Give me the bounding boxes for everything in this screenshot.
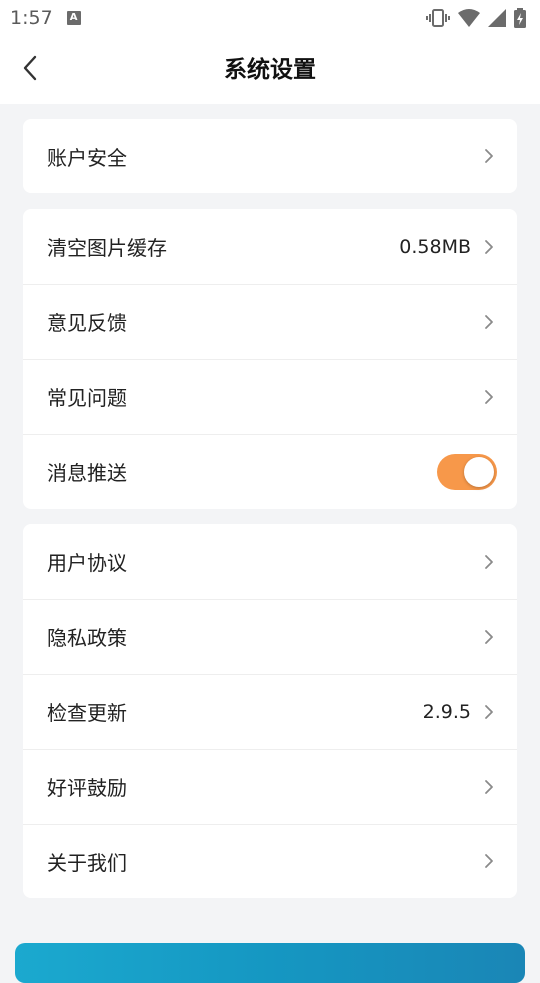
chevron-right-icon <box>483 314 495 330</box>
vibrate-icon <box>426 9 450 27</box>
status-left: 1:57 A <box>10 7 81 29</box>
row-label: 关于我们 <box>47 850 127 875</box>
settings-row-rate-us[interactable]: 好评鼓励 <box>23 749 517 824</box>
battery-icon <box>514 8 526 28</box>
settings-row-push-notifications: 消息推送 <box>23 434 517 509</box>
row-label: 消息推送 <box>47 461 127 485</box>
settings-group-account: 账户安全 <box>23 119 517 193</box>
toggle-knob <box>464 456 494 487</box>
wifi-icon <box>458 9 480 27</box>
chevron-right-icon <box>483 239 495 255</box>
bottom-action-button[interactable] <box>15 943 525 983</box>
row-label: 意见反馈 <box>47 311 127 335</box>
row-label: 常见问题 <box>47 386 127 410</box>
settings-row-feedback[interactable]: 意见反馈 <box>23 284 517 359</box>
row-label: 清空图片缓存 <box>47 236 167 260</box>
row-label: 用户协议 <box>47 551 127 575</box>
chevron-right-icon <box>483 389 495 405</box>
chevron-right-icon <box>483 148 495 164</box>
settings-row-check-update[interactable]: 检查更新 2.9.5 <box>23 674 517 749</box>
settings-row-faq[interactable]: 常见问题 <box>23 359 517 434</box>
header: 系统设置 <box>0 36 540 104</box>
settings-row-account-security[interactable]: 账户安全 <box>23 119 517 193</box>
settings-group-about: 用户协议 隐私政策 检查更新 2.9.5 好评鼓励 关于我们 <box>23 524 517 898</box>
cache-size-value: 0.58MB <box>399 235 471 258</box>
push-notification-toggle[interactable] <box>437 453 497 490</box>
app-notification-icon: A <box>66 11 81 25</box>
settings-row-privacy-policy[interactable]: 隐私政策 <box>23 599 517 674</box>
row-label: 账户安全 <box>47 145 127 170</box>
signal-icon <box>488 9 506 27</box>
page-title: 系统设置 <box>224 57 316 83</box>
status-right <box>426 8 526 28</box>
settings-group-general: 清空图片缓存 0.58MB 意见反馈 常见问题 消息推送 <box>23 209 517 509</box>
chevron-right-icon <box>483 629 495 645</box>
chevron-right-icon <box>483 704 495 720</box>
settings-row-about-us[interactable]: 关于我们 <box>23 824 517 898</box>
version-value: 2.9.5 <box>422 700 471 723</box>
chevron-right-icon <box>483 554 495 570</box>
row-label: 好评鼓励 <box>47 776 127 800</box>
status-time: 1:57 <box>10 7 53 29</box>
settings-row-clear-cache[interactable]: 清空图片缓存 0.58MB <box>23 209 517 284</box>
chevron-right-icon <box>483 779 495 795</box>
row-label: 隐私政策 <box>47 626 127 650</box>
status-bar: 1:57 A <box>0 0 540 36</box>
row-label: 检查更新 <box>47 701 127 725</box>
settings-row-user-agreement[interactable]: 用户协议 <box>23 524 517 599</box>
chevron-right-icon <box>483 853 495 869</box>
